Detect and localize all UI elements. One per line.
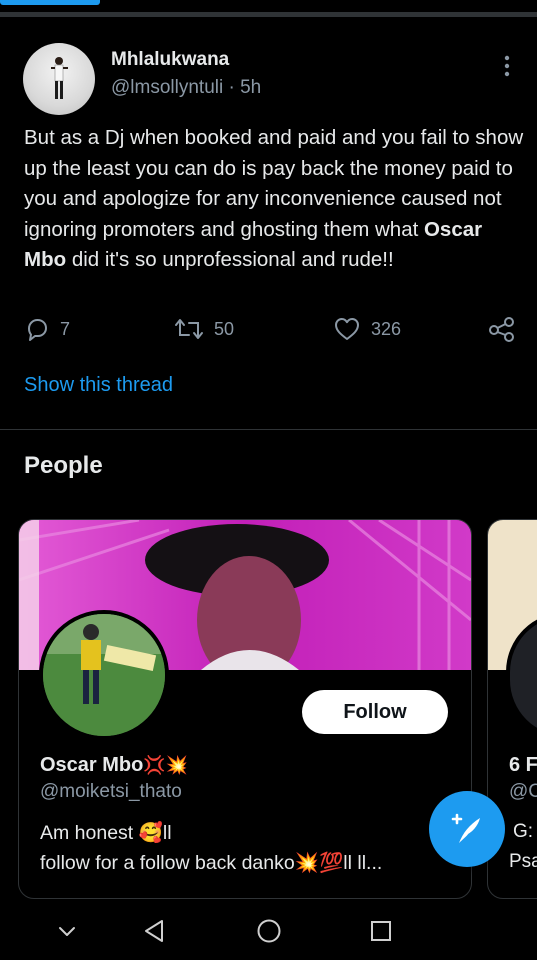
system-nav-bar bbox=[0, 900, 537, 960]
nav-recents-button[interactable] bbox=[364, 914, 398, 948]
profile-bio-partial-line2: Psa bbox=[509, 851, 537, 872]
nav-home-button[interactable] bbox=[252, 914, 286, 948]
profile-handle-partial[interactable]: @C bbox=[509, 781, 537, 803]
tweet-text: But as a Dj when booked and paid and you… bbox=[24, 123, 524, 276]
more-vertical-icon bbox=[504, 55, 510, 77]
avatar-photo bbox=[43, 614, 165, 736]
share-icon bbox=[489, 317, 514, 342]
section-divider bbox=[0, 429, 537, 430]
compose-tweet-button[interactable] bbox=[429, 791, 505, 867]
recents-square-icon bbox=[371, 921, 391, 941]
profile-name-partial[interactable]: 6 F bbox=[509, 754, 537, 777]
retweet-count: 50 bbox=[214, 318, 235, 339]
active-tab-indicator bbox=[0, 0, 100, 5]
profile-bio-line1: Am honest 🥰ll bbox=[40, 822, 172, 844]
nav-back-button[interactable] bbox=[137, 914, 171, 948]
profile-name-text: Oscar Mbo bbox=[40, 754, 144, 776]
retweet-button[interactable]: 50 bbox=[174, 316, 234, 342]
reply-count: 7 bbox=[60, 318, 71, 339]
profile-bio-partial-line1: G: bbox=[513, 821, 534, 842]
author-handle[interactable]: @lmsollyntuli · 5h bbox=[111, 77, 261, 99]
profile-name-emojis: 💢💥 bbox=[143, 755, 189, 776]
heart-icon bbox=[335, 318, 359, 340]
share-button[interactable] bbox=[488, 316, 516, 342]
tab-track bbox=[0, 12, 537, 17]
top-tab-bar bbox=[0, 0, 537, 18]
nav-hide-button[interactable] bbox=[50, 914, 84, 948]
tweet-text-part2: did it's so unprofessional and rude!! bbox=[66, 248, 394, 271]
retweet-icon bbox=[175, 319, 203, 339]
author-avatar[interactable] bbox=[23, 43, 95, 115]
like-count: 326 bbox=[371, 318, 402, 339]
profile-avatar[interactable] bbox=[39, 610, 169, 740]
back-triangle-icon bbox=[145, 920, 163, 942]
reply-button[interactable]: 7 bbox=[24, 316, 70, 342]
show-thread-link[interactable]: Show this thread bbox=[24, 374, 173, 397]
author-name[interactable]: Mhlalukwana bbox=[111, 49, 229, 71]
profile-bio-line2: follow for a follow back danko💥💯ll ll... bbox=[40, 852, 383, 874]
more-options-button[interactable] bbox=[494, 51, 520, 81]
follow-button[interactable]: Follow bbox=[302, 690, 448, 734]
people-section-title: People bbox=[24, 452, 103, 479]
compose-tweet-icon bbox=[451, 813, 480, 843]
chevron-down-icon bbox=[59, 927, 75, 936]
home-circle-icon bbox=[257, 919, 281, 943]
people-card[interactable]: Follow Oscar Mbo💢💥 @moiketsi_thato Am ho… bbox=[18, 519, 472, 899]
profile-name[interactable]: Oscar Mbo💢💥 bbox=[40, 754, 188, 777]
tweet-actions: 7 50 326 bbox=[0, 316, 537, 352]
profile-handle[interactable]: @moiketsi_thato bbox=[40, 781, 182, 803]
avatar-figure bbox=[51, 57, 68, 99]
like-button[interactable]: 326 bbox=[333, 316, 401, 342]
tweet[interactable]: Mhlalukwana @lmsollyntuli · 5h But as a … bbox=[0, 18, 537, 428]
reply-icon bbox=[28, 319, 47, 341]
